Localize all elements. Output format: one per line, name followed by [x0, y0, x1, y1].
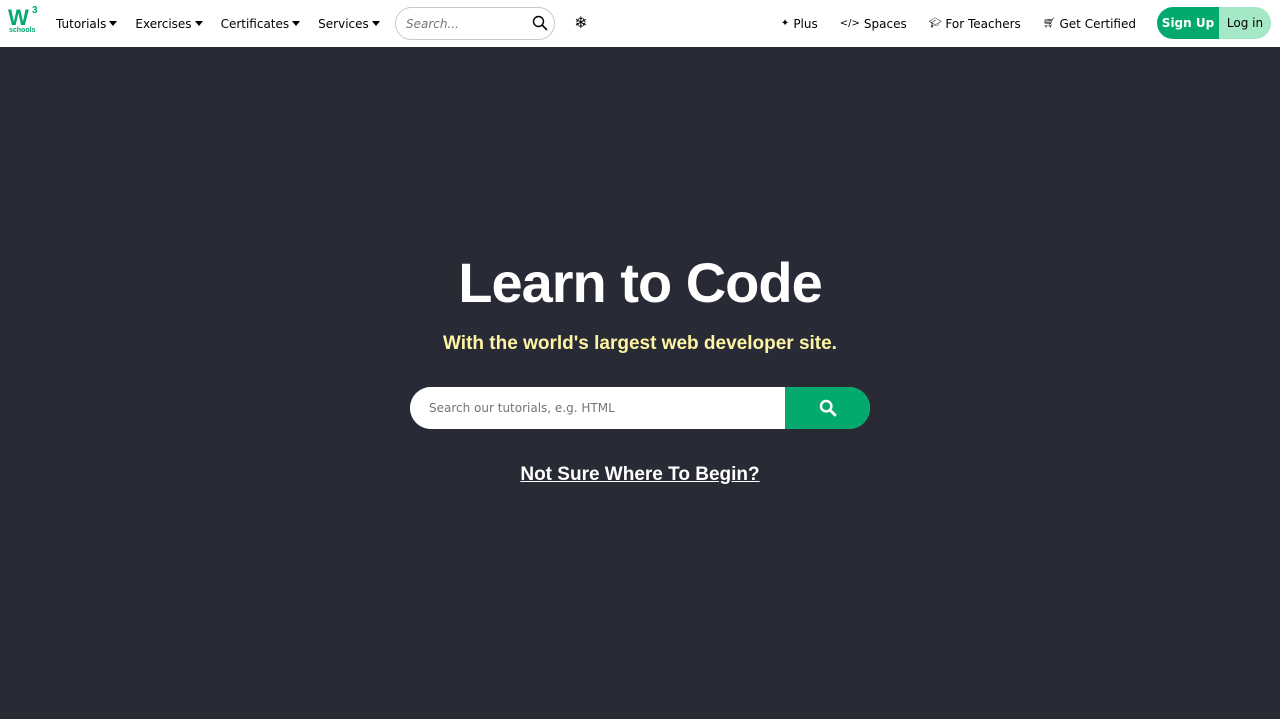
caret-down-icon — [109, 21, 118, 26]
sparkle-icon: ✦ — [780, 17, 790, 29]
hero-title: Learn to Code — [458, 251, 822, 314]
search-icon — [819, 399, 836, 417]
top-search-input[interactable] — [406, 16, 526, 32]
nav-for-teachers-label: For Teachers — [945, 16, 1021, 31]
cart-icon: 🛒︎ — [1042, 17, 1056, 29]
search-icon[interactable] — [532, 15, 548, 31]
logo-superscript: 3 — [32, 5, 38, 16]
top-navbar: W 3 schools Tutorials Exercises Certific… — [0, 0, 1280, 47]
log-in-button[interactable]: Log in — [1219, 7, 1271, 39]
nav-certificates[interactable]: Certificates — [221, 17, 301, 31]
nav-get-certified-label: Get Certified — [1059, 16, 1137, 31]
logo-mark: W — [8, 5, 29, 30]
nav-spaces-label: Spaces — [863, 16, 907, 31]
nav-for-teachers[interactable]: 🎓︎ For Teachers — [929, 17, 1021, 31]
w3schools-logo[interactable]: W 3 schools — [8, 5, 40, 38]
hero-search-input[interactable] — [410, 387, 785, 429]
not-sure-where-to-begin-link[interactable]: Not Sure Where To Begin? — [520, 464, 759, 485]
hero-subtitle: With the world's largest web developer s… — [443, 333, 837, 354]
caret-down-icon — [194, 21, 203, 26]
nav-get-certified[interactable]: 🛒︎ Get Certified — [1043, 17, 1136, 31]
nav-exercises[interactable]: Exercises — [135, 16, 203, 31]
nav-tutorials[interactable]: Tutorials — [56, 16, 118, 31]
hero-search-button[interactable] — [785, 387, 870, 429]
nav-spaces[interactable]: </> Spaces — [840, 17, 907, 31]
logo-subtext: schools — [9, 27, 36, 34]
nav-tutorials-label: Tutorials — [56, 16, 107, 31]
secondary-nav: ✦ Plus </> Spaces 🎓︎ For Teachers 🛒︎ Get… — [759, 0, 1136, 47]
snowflake-icon[interactable]: ❄ — [572, 13, 590, 33]
nav-exercises-label: Exercises — [135, 16, 192, 31]
nav-certificates-label: Certificates — [220, 16, 290, 31]
hero-search-box — [410, 387, 870, 429]
top-search-box — [395, 7, 555, 40]
nav-services[interactable]: Services — [318, 17, 380, 31]
caret-down-icon — [292, 21, 301, 26]
caret-down-icon — [371, 21, 380, 26]
nav-services-label: Services — [318, 16, 369, 31]
sign-up-button[interactable]: Sign Up — [1157, 7, 1219, 39]
nav-plus-label: Plus — [793, 16, 818, 31]
graduation-cap-icon: 🎓︎ — [928, 17, 942, 29]
nav-plus[interactable]: ✦ Plus — [781, 17, 818, 31]
primary-nav: Tutorials Exercises Certificates Service… — [56, 0, 398, 47]
not-sure-where-to-begin: Not Sure Where To Begin? — [0, 463, 1280, 487]
code-icon: </> — [839, 17, 860, 29]
auth-buttons: Sign Up Log in — [1157, 7, 1271, 39]
